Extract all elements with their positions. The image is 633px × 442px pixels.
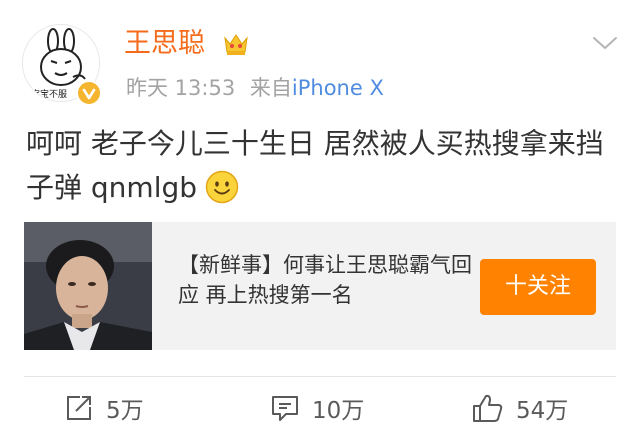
card-title: 【新鲜事】何事让王思聪霸气回应 再上热搜第一名: [178, 253, 472, 307]
follow-button[interactable]: 十关注: [480, 259, 596, 315]
source-prefix: 来自: [249, 76, 292, 100]
chevron-down-icon[interactable]: [592, 34, 618, 52]
news-card[interactable]: 【新鲜事】何事让王思聪霸气回应 再上热搜第一名 十关注: [24, 222, 616, 350]
source-link[interactable]: iPhone X: [292, 76, 384, 100]
like-button[interactable]: 54万: [472, 392, 568, 424]
comment-button[interactable]: 10万: [270, 392, 364, 424]
username[interactable]: 王思聪: [124, 26, 205, 62]
thumbs-up-icon: [473, 394, 503, 422]
post-text: 呵呵 老子今儿三十生日 居然被人买热搜拿来挡子弹 qnmlgb: [26, 122, 616, 210]
smile-emoji-icon: [205, 170, 239, 204]
comment-count: 10万: [312, 398, 365, 424]
crown-icon: [222, 30, 250, 58]
repost-button[interactable]: 5万: [64, 392, 144, 424]
post-meta: 昨天 13:53 来自iPhone X: [126, 74, 384, 102]
avatar-caption: 宝宝不服: [31, 90, 68, 100]
comment-icon: [272, 396, 298, 421]
repost-count: 5万: [106, 398, 144, 424]
divider: [24, 376, 616, 377]
repost-icon: [67, 396, 91, 420]
post-body: 呵呵 老子今儿三十生日 居然被人买热搜拿来挡子弹 qnmlgb: [26, 127, 604, 204]
like-count: 54万: [516, 398, 569, 424]
verified-badge-icon: [76, 80, 102, 106]
post-time: 昨天 13:53: [126, 76, 236, 100]
card-thumbnail: [24, 222, 152, 350]
